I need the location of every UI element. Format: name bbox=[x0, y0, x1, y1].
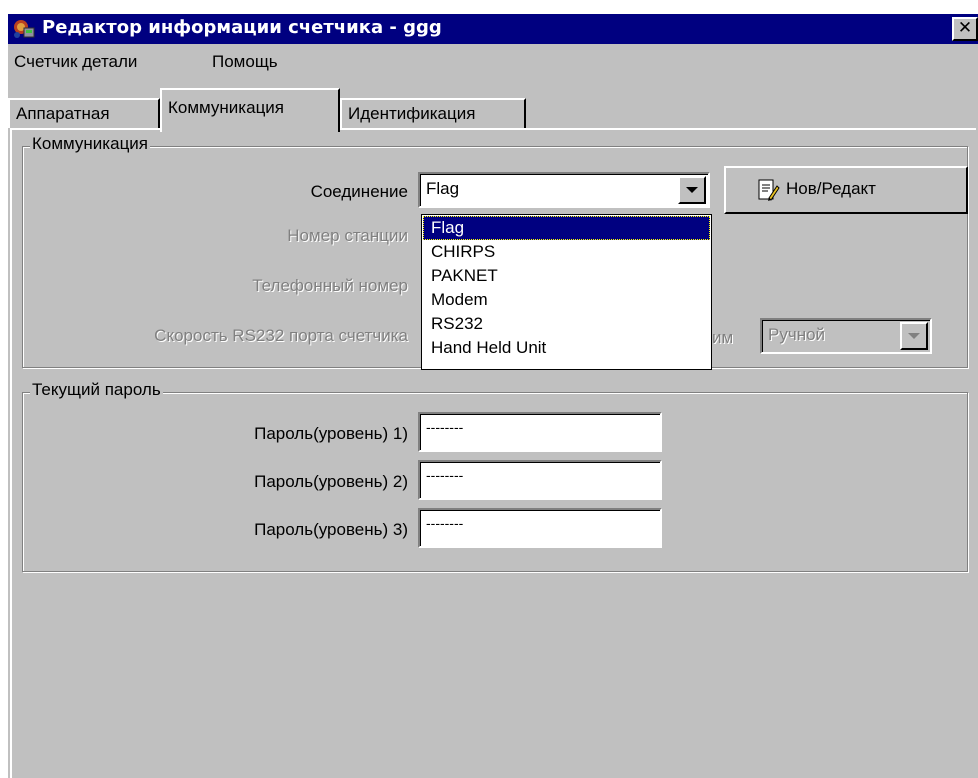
tab-identification[interactable]: Идентификация bbox=[340, 98, 526, 128]
connection-dropdown-list: Flag CHIRPS PAKNET Modem RS232 Hand Held… bbox=[421, 214, 712, 370]
password-level3-field[interactable]: -------- bbox=[418, 508, 662, 548]
connection-option-hand-held-unit[interactable]: Hand Held Unit bbox=[423, 336, 710, 360]
password-level1-value: -------- bbox=[426, 419, 464, 435]
menu-help[interactable]: Помощь bbox=[212, 52, 278, 72]
mode-combobox-value: Ручной bbox=[768, 325, 826, 344]
connection-combobox[interactable]: Flag bbox=[418, 172, 710, 208]
menu-bar: Счетчик детали Помощь bbox=[8, 44, 978, 80]
tab-hardware[interactable]: Аппаратная bbox=[8, 98, 160, 128]
connection-label: Соединение bbox=[310, 182, 408, 201]
password-level2-field[interactable]: -------- bbox=[418, 460, 662, 500]
new-edit-button[interactable]: Нов/Редакт bbox=[724, 166, 968, 214]
password-level2-value: -------- bbox=[426, 467, 464, 483]
connection-option-rs232[interactable]: RS232 bbox=[423, 312, 710, 336]
password-level3-label: Пароль(уровень) 3) bbox=[254, 520, 408, 539]
combo-inner-border bbox=[420, 174, 708, 206]
station-number-label: Номер станции bbox=[287, 226, 408, 245]
connection-option-modem[interactable]: Modem bbox=[423, 288, 710, 312]
connection-dropdown-button[interactable] bbox=[678, 176, 706, 204]
new-edit-button-label: Нов/Редакт bbox=[786, 179, 876, 198]
edit-document-icon bbox=[756, 178, 780, 202]
close-button[interactable]: ✕ bbox=[952, 17, 978, 41]
tab-panel-communication: Коммуникация Соединение Flag Нов/Редакт … bbox=[10, 128, 976, 778]
current-password-group-title: Текущий пароль bbox=[30, 380, 163, 400]
client-area: Счетчик детали Помощь Аппаратная Коммуни… bbox=[8, 44, 978, 778]
communication-group-title: Коммуникация bbox=[30, 134, 151, 154]
connection-option-paknet[interactable]: PAKNET bbox=[423, 264, 710, 288]
menu-meter-details[interactable]: Счетчик детали bbox=[14, 52, 137, 72]
chevron-down-icon bbox=[908, 333, 920, 339]
connection-option-chirps[interactable]: CHIRPS bbox=[423, 240, 710, 264]
phone-number-label: Телефонный номер bbox=[252, 276, 408, 295]
password-level2-label: Пароль(уровень) 2) bbox=[254, 472, 408, 491]
rs232-speed-label: Скорость RS232 порта счетчика bbox=[154, 326, 408, 345]
connection-combobox-value: Flag bbox=[426, 179, 460, 198]
password-level1-label: Пароль(уровень) 1) bbox=[254, 424, 408, 443]
chevron-down-icon bbox=[686, 187, 698, 193]
connection-option-flag[interactable]: Flag bbox=[423, 216, 710, 240]
mode-dropdown-button[interactable] bbox=[900, 322, 928, 350]
mode-combobox[interactable]: Ручной bbox=[760, 318, 932, 354]
password-level3-value: -------- bbox=[426, 515, 464, 531]
tab-communication[interactable]: Коммуникация bbox=[160, 88, 340, 132]
close-icon: ✕ bbox=[957, 18, 973, 38]
meter-info-editor-window: Редактор информации счетчика - ggg ✕ Сче… bbox=[0, 0, 978, 778]
mode-label: им bbox=[712, 328, 734, 347]
title-bar[interactable]: Редактор информации счетчика - ggg ✕ bbox=[8, 14, 978, 44]
password-level1-field[interactable]: -------- bbox=[418, 412, 662, 452]
window-title: Редактор информации счетчика - ggg bbox=[42, 17, 442, 38]
meter-app-icon bbox=[12, 18, 36, 40]
